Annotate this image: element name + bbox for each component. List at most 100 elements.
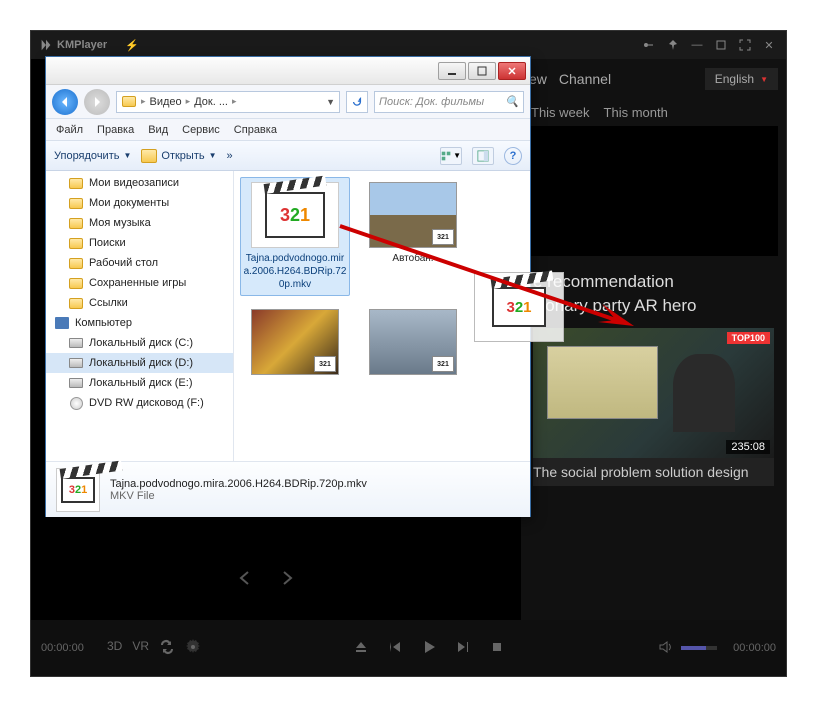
km-playback-controls (201, 639, 657, 658)
organize-button[interactable]: Упорядочить ▼ (54, 150, 131, 162)
tree-item[interactable]: Моя музыка (46, 213, 233, 233)
language-selector[interactable]: English ▼ (705, 68, 778, 90)
preview-pane-button[interactable] (472, 147, 494, 165)
tree-item[interactable]: Сохраненные игры (46, 273, 233, 293)
search-icon: 🔍 (505, 95, 519, 108)
nav-forward-button[interactable] (84, 89, 110, 115)
volume-icon[interactable] (657, 639, 673, 658)
file-item[interactable]: 321 Автобан. (358, 177, 468, 296)
menu-help[interactable]: Справка (234, 124, 277, 136)
tree-item[interactable]: Поиски (46, 233, 233, 253)
next-track-icon[interactable] (455, 639, 471, 658)
chevron-right-icon: ▸ (186, 96, 191, 107)
vr-button[interactable]: VR (132, 639, 149, 658)
tree-item[interactable]: Ссылки (46, 293, 233, 313)
tab-channel[interactable]: Channel (559, 71, 611, 87)
more-button[interactable]: » (227, 150, 233, 162)
video-card[interactable]: TOP100 235:08 The social problem solutio… (533, 328, 774, 486)
folder-icon (121, 94, 137, 110)
help-button[interactable]: ? (504, 147, 522, 165)
prev-button[interactable] (236, 569, 254, 592)
video-thumb: 321 (369, 182, 457, 248)
search-placeholder: Поиск: Док. фильмы (379, 96, 484, 108)
tree-item[interactable]: Мои документы (46, 193, 233, 213)
menu-service[interactable]: Сервис (182, 124, 220, 136)
lightning-icon[interactable]: ⚡ (125, 39, 139, 52)
video-thumb: 321 (369, 309, 457, 375)
tree-item[interactable]: Мои видеозаписи (46, 173, 233, 193)
tree-item-drive-e[interactable]: Локальный диск (E:) (46, 373, 233, 393)
3d-button[interactable]: 3D (107, 639, 122, 658)
exp-maximize-button[interactable] (468, 62, 496, 80)
km-fullscreen-button[interactable] (736, 36, 754, 54)
repeat-icon[interactable] (159, 639, 175, 658)
details-filename: Tajna.podvodnogo.mira.2006.H264.BDRip.72… (110, 478, 367, 490)
tree-item-computer[interactable]: Компьютер (46, 313, 233, 333)
km-titlebar: KMPlayer ⚡ — ✕ (31, 31, 786, 59)
explorer-body: Мои видеозаписи Мои документы Моя музыка… (46, 171, 530, 461)
tree-item-drive-c[interactable]: Локальный диск (C:) (46, 333, 233, 353)
menu-edit[interactable]: Правка (97, 124, 134, 136)
volume-slider[interactable] (681, 646, 717, 650)
exp-minimize-button[interactable] (438, 62, 466, 80)
time-total: 00:00:00 (733, 642, 776, 654)
recommendation-block: e recommendation itionary party AR hero … (521, 256, 786, 500)
search-input[interactable]: Поиск: Док. фильмы 🔍 (374, 91, 524, 113)
settings-icon[interactable] (185, 639, 201, 658)
km-close-button[interactable]: ✕ (760, 36, 778, 54)
mkv-icon: 321 (251, 182, 339, 248)
open-button[interactable]: Открыть ▼ (141, 149, 216, 163)
next-button[interactable] (278, 569, 296, 592)
time-elapsed: 00:00:00 (41, 642, 101, 654)
explorer-toolbar: Упорядочить ▼ Открыть ▼ » ▼ ? (46, 141, 530, 171)
km-left-controls: 3D VR (107, 639, 201, 658)
explorer-nav-bar: ▸ Видео ▸ Док. ... ▸ ▼ Поиск: Док. фильм… (46, 85, 530, 119)
prev-track-icon[interactable] (387, 639, 403, 658)
file-item[interactable]: 321 (358, 304, 468, 384)
view-mode-button[interactable]: ▼ (440, 147, 462, 165)
chevron-down-icon[interactable]: ▼ (326, 97, 335, 107)
tree-item-drive-d[interactable]: Локальный диск (D:) (46, 353, 233, 373)
stop-icon[interactable] (489, 639, 505, 658)
details-text: Tajna.podvodnogo.mira.2006.H264.BDRip.72… (110, 478, 367, 502)
file-item-selected[interactable]: 321 Tajna.podvodnogo.mira.2006.H264.BDRi… (240, 177, 350, 296)
refresh-button[interactable] (346, 91, 368, 113)
play-icon[interactable] (421, 639, 437, 658)
video-preview-1[interactable] (529, 126, 778, 256)
exp-close-button[interactable] (498, 62, 526, 80)
km-right-controls: 00:00:00 (657, 639, 776, 658)
pin-icon[interactable] (664, 36, 682, 54)
km-right-panel: ew Channel English ▼ This week This mont… (521, 59, 786, 620)
km-title: KMPlayer (57, 39, 107, 51)
video-card-title: The social problem solution design (533, 458, 774, 486)
tree-item-dvd[interactable]: DVD RW дисковод (F:) (46, 393, 233, 413)
breadcrumb-seg-1[interactable]: Видео (150, 96, 182, 108)
file-item[interactable]: 321 (240, 304, 350, 384)
details-pane: 321 Tajna.podvodnogo.mira.2006.H264.BDRi… (46, 461, 530, 517)
folder-tree: Мои видеозаписи Мои документы Моя музыка… (46, 171, 234, 461)
km-sub-tabs: This week This month (521, 99, 786, 126)
mkv-badge-icon: 321 (314, 356, 336, 372)
tab-this-week[interactable]: This week (531, 105, 590, 120)
chevron-right-icon: ▸ (141, 96, 146, 107)
menu-view[interactable]: Вид (148, 124, 168, 136)
km-bottom-bar: 00:00:00 3D VR 00:00:00 (31, 620, 786, 676)
video-thumb: 321 (251, 309, 339, 375)
tab-view[interactable]: ew (529, 71, 547, 87)
menu-file[interactable]: Файл (56, 124, 83, 136)
video-duration: 235:08 (726, 440, 770, 454)
breadcrumb[interactable]: ▸ Видео ▸ Док. ... ▸ ▼ (116, 91, 340, 113)
mkv-badge-icon: 321 (432, 356, 454, 372)
video-thumbnail: TOP100 235:08 (533, 328, 774, 458)
breadcrumb-seg-2[interactable]: Док. ... (194, 96, 228, 108)
tab-this-month[interactable]: This month (604, 105, 668, 120)
nav-back-button[interactable] (52, 89, 78, 115)
file-name: Автобан. (361, 252, 465, 265)
eject-icon[interactable] (353, 639, 369, 658)
top-badge: TOP100 (727, 332, 770, 344)
km-logo: KMPlayer (39, 38, 107, 52)
km-minimize-button[interactable]: — (688, 36, 706, 54)
tree-item[interactable]: Рабочий стол (46, 253, 233, 273)
km-restore-button[interactable] (712, 36, 730, 54)
toggle-icon[interactable] (640, 36, 658, 54)
